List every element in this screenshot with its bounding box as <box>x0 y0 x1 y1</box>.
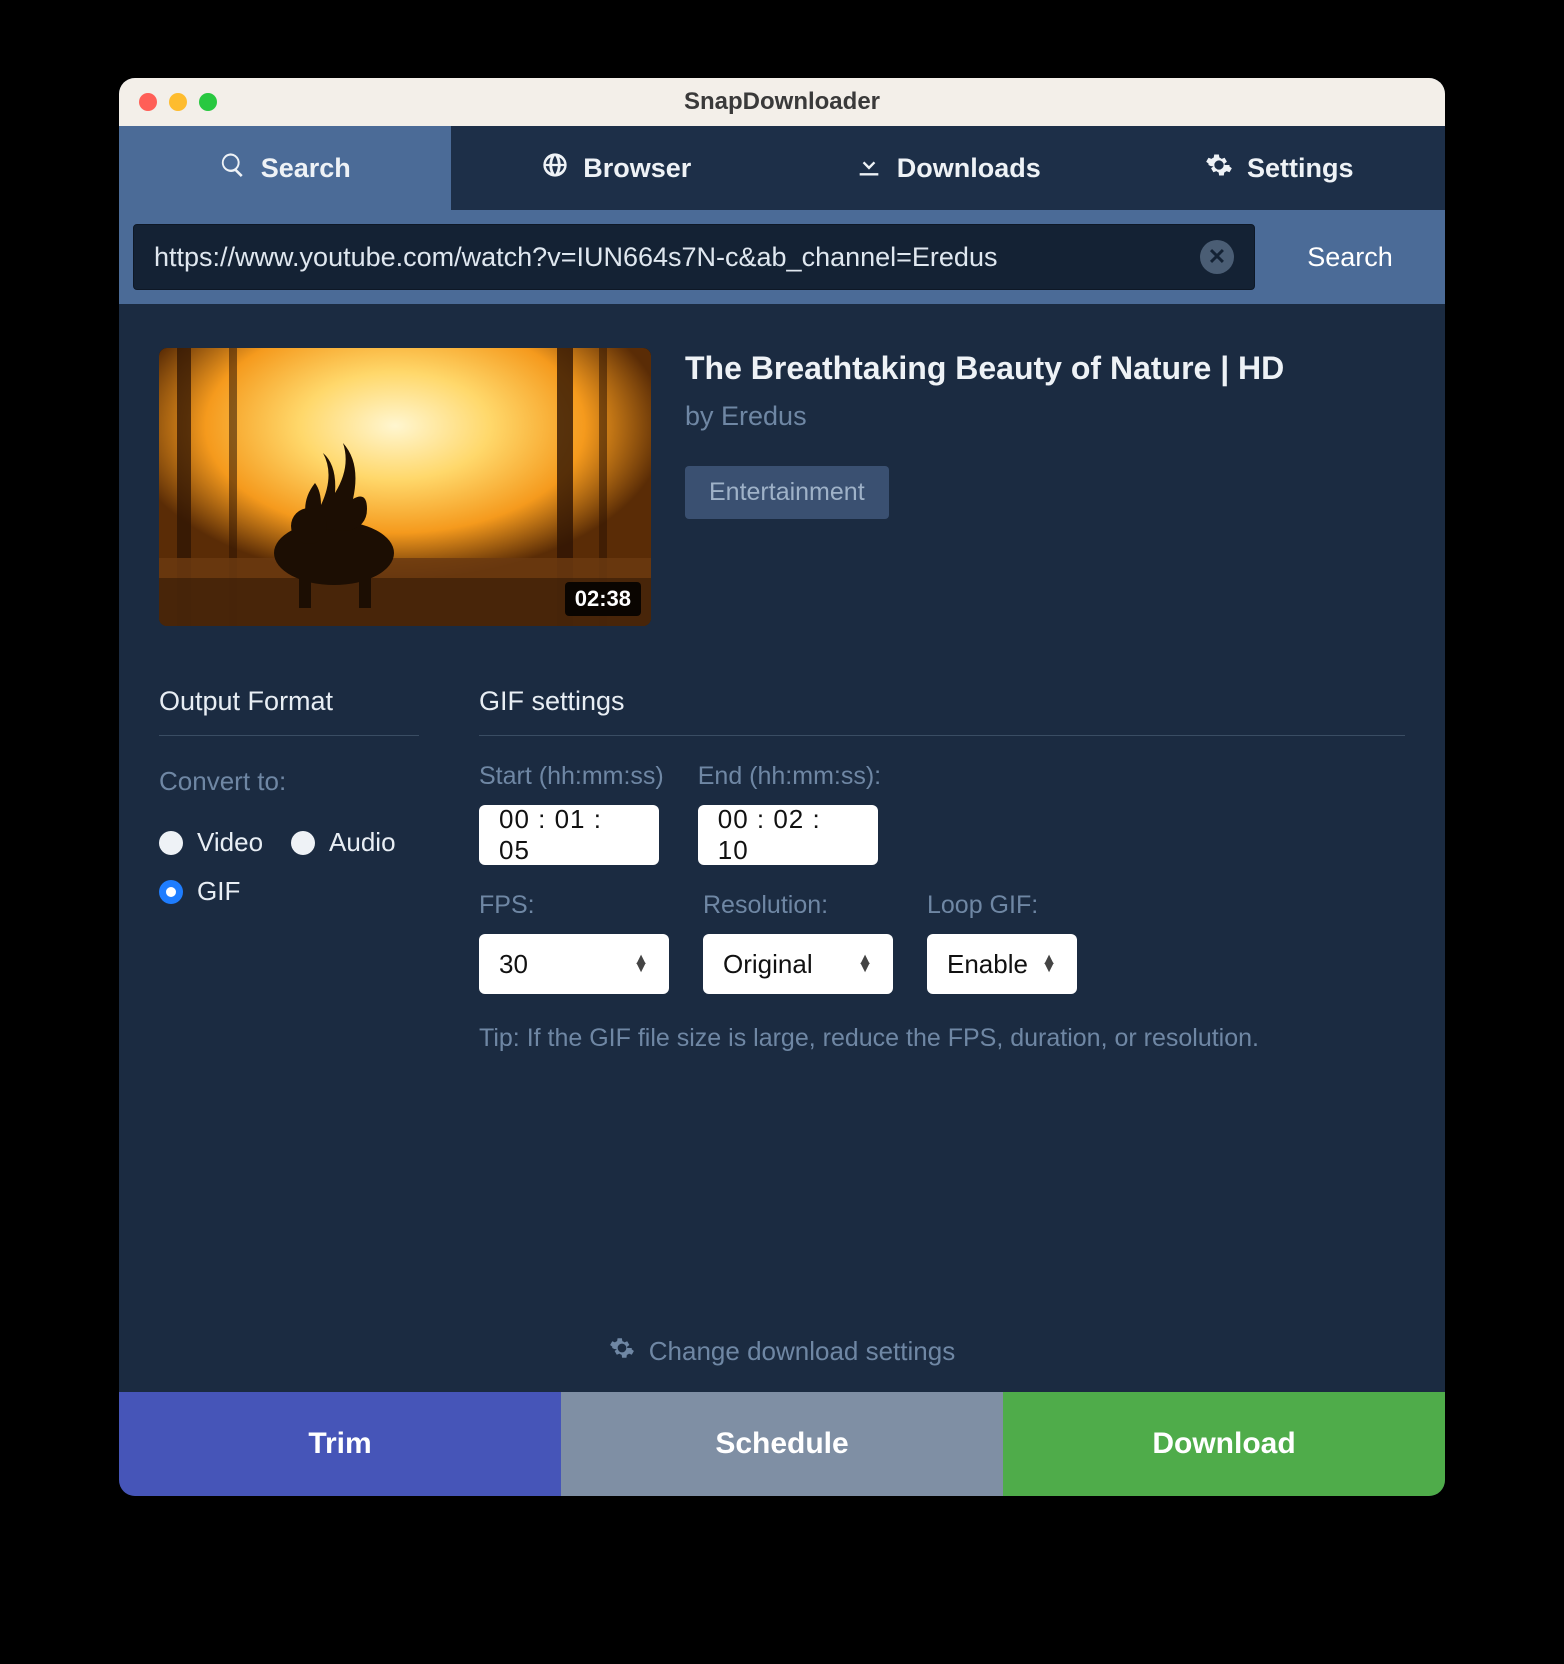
video-thumbnail[interactable]: 02:38 <box>159 348 651 626</box>
start-time-input[interactable]: 00 : 01 : 05 <box>479 805 659 865</box>
url-bar: ✕ Search <box>119 210 1445 304</box>
radio-gif-label: GIF <box>197 876 240 907</box>
window-close-button[interactable] <box>139 93 157 111</box>
video-author: by Eredus <box>685 401 1284 432</box>
change-download-settings-link[interactable]: Change download settings <box>119 1335 1445 1368</box>
chevron-updown-icon: ▲▼ <box>1041 956 1057 972</box>
clear-url-button[interactable]: ✕ <box>1200 240 1234 274</box>
content-area: 02:38 The Breathtaking Beauty of Nature … <box>119 304 1445 1392</box>
search-button-label: Search <box>1307 242 1393 273</box>
loop-label: Loop GIF: <box>927 891 1077 920</box>
tab-settings[interactable]: Settings <box>1114 126 1446 210</box>
resolution-value: Original <box>723 949 813 980</box>
fps-label: FPS: <box>479 891 669 920</box>
radio-audio-label: Audio <box>329 827 396 858</box>
globe-icon <box>541 151 569 186</box>
titlebar: SnapDownloader <box>119 78 1445 126</box>
end-time-label: End (hh:mm:ss): <box>698 762 881 791</box>
tab-search[interactable]: Search <box>119 126 451 210</box>
radio-video[interactable] <box>159 831 183 855</box>
gif-settings-heading: GIF settings <box>479 686 1405 736</box>
download-icon <box>855 151 883 186</box>
resolution-select[interactable]: Original ▲▼ <box>703 934 893 994</box>
tab-downloads-label: Downloads <box>897 153 1041 184</box>
fps-select[interactable]: 30 ▲▼ <box>479 934 669 994</box>
convert-to-label: Convert to: <box>159 766 419 797</box>
window-minimize-button[interactable] <box>169 93 187 111</box>
window-title: SnapDownloader <box>119 88 1445 116</box>
trim-button-label: Trim <box>308 1427 371 1461</box>
radio-video-label: Video <box>197 827 263 858</box>
fps-value: 30 <box>499 949 528 980</box>
tab-downloads[interactable]: Downloads <box>782 126 1114 210</box>
download-button-label: Download <box>1152 1427 1295 1461</box>
radio-audio[interactable] <box>291 831 315 855</box>
trim-button[interactable]: Trim <box>119 1392 561 1496</box>
tab-settings-label: Settings <box>1247 153 1354 184</box>
tab-search-label: Search <box>261 153 351 184</box>
loop-select[interactable]: Enable ▲▼ <box>927 934 1077 994</box>
start-time-label: Start (hh:mm:ss) <box>479 762 664 791</box>
tab-browser-label: Browser <box>583 153 691 184</box>
gif-tip: Tip: If the GIF file size is large, redu… <box>479 1024 1405 1053</box>
output-format-heading: Output Format <box>159 686 419 736</box>
chevron-updown-icon: ▲▼ <box>633 956 649 972</box>
schedule-button-label: Schedule <box>715 1427 848 1461</box>
gear-icon <box>609 1335 635 1368</box>
main-tabs: Search Browser Downloads Settings <box>119 126 1445 210</box>
window-zoom-button[interactable] <box>199 93 217 111</box>
footer-actions: Trim Schedule Download <box>119 1392 1445 1496</box>
gear-icon <box>1205 151 1233 186</box>
video-duration: 02:38 <box>565 582 641 616</box>
change-download-settings-label: Change download settings <box>649 1336 955 1367</box>
video-title: The Breathtaking Beauty of Nature | HD <box>685 350 1284 387</box>
end-time-input[interactable]: 00 : 02 : 10 <box>698 805 878 865</box>
app-window: SnapDownloader Search Browser Download <box>119 78 1445 1496</box>
video-category-chip: Entertainment <box>685 466 889 519</box>
resolution-label: Resolution: <box>703 891 893 920</box>
schedule-button[interactable]: Schedule <box>561 1392 1003 1496</box>
search-button[interactable]: Search <box>1255 224 1445 290</box>
download-button[interactable]: Download <box>1003 1392 1445 1496</box>
chevron-updown-icon: ▲▼ <box>857 956 873 972</box>
tab-browser[interactable]: Browser <box>451 126 783 210</box>
radio-gif[interactable] <box>159 880 183 904</box>
url-input[interactable] <box>154 242 1200 273</box>
loop-value: Enable <box>947 949 1028 980</box>
search-icon <box>219 151 247 186</box>
close-icon: ✕ <box>1208 244 1226 270</box>
